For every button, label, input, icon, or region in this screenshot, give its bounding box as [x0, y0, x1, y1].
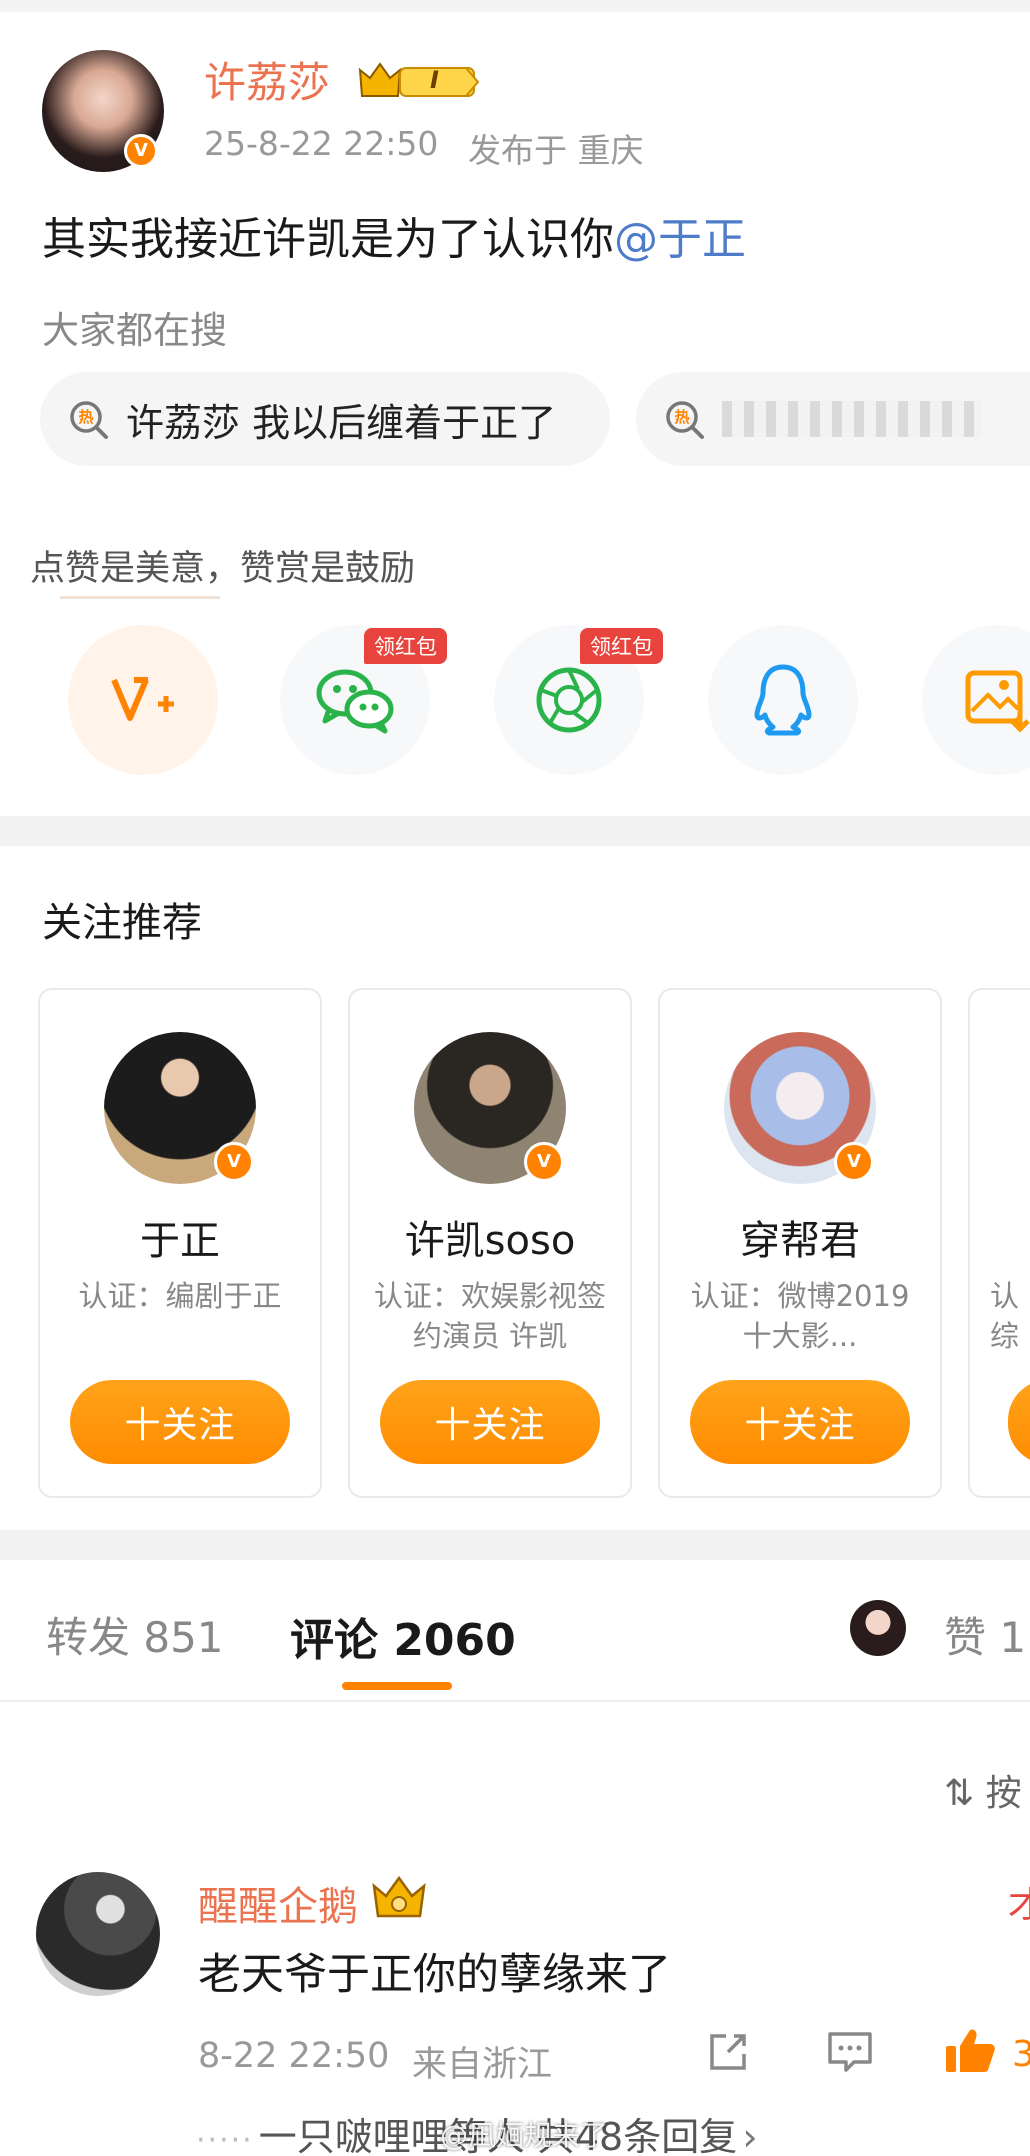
card-name: 许凯soso	[404, 1218, 576, 1264]
hot-search-item[interactable]: 热	[636, 372, 1030, 466]
sort-icon: ⇅	[944, 1773, 975, 1814]
follow-button[interactable]: 十关注	[380, 1380, 600, 1464]
red-packet-tag: 领红包	[580, 628, 663, 664]
verified-icon: V	[214, 1142, 254, 1182]
reply-comment-icon[interactable]	[826, 2030, 874, 2074]
liker-avatar[interactable]	[850, 1600, 906, 1656]
hot-search-icon: 热	[66, 396, 112, 442]
svg-text:热: 热	[78, 408, 93, 426]
reply-summary[interactable]: ····· 一只啵哩哩等人 共48条回复 ›	[196, 2106, 1030, 2156]
tabs-divider	[0, 1700, 1030, 1702]
section-divider	[0, 816, 1030, 846]
author-name[interactable]: 许荔莎	[204, 58, 330, 108]
follow-button-partial[interactable]	[1008, 1380, 1030, 1464]
post-text: 其实我接近许凯是为了认识你@于正	[42, 210, 746, 270]
commenter-avatar[interactable]	[36, 1872, 160, 1996]
chevron-right-icon: ›	[742, 2115, 758, 2156]
qq-icon	[754, 664, 812, 736]
hot-search-icon: 热	[662, 396, 708, 442]
post-timestamp: 25-8-22 22:50	[204, 124, 439, 163]
tab-comments[interactable]: 评论 2060	[290, 1604, 516, 1668]
sort-label: 按	[985, 1773, 1022, 1814]
reply-dots: ·····	[196, 2123, 254, 2156]
post-location: 发布于 重庆	[468, 131, 644, 170]
like-count: 3	[1012, 2034, 1030, 2075]
card-desc: 认证：编剧于正	[78, 1279, 282, 1313]
crown-level-badge: I	[358, 60, 480, 102]
share-save-image[interactable]	[922, 625, 1030, 775]
tab-active-indicator	[342, 1682, 452, 1690]
share-vplus[interactable]	[68, 625, 218, 775]
verified-icon: V	[834, 1142, 874, 1182]
verified-icon: V	[124, 134, 158, 168]
wechat-icon	[316, 669, 394, 734]
svg-text:热: 热	[674, 408, 689, 426]
section-divider	[0, 1530, 1030, 1560]
sort-control[interactable]: ⇅ 按	[944, 1764, 1022, 1816]
verified-icon: V	[524, 1142, 564, 1182]
card-desc: 认综	[990, 1279, 1020, 1353]
tab-likes[interactable]: 赞 1.	[944, 1604, 1030, 1665]
prompt-underline	[60, 596, 220, 599]
recommend-card[interactable]: V 穿帮君 认证：微博2019十大影... 十关注	[658, 988, 942, 1498]
card-desc: 认证：微博2019十大影...	[690, 1279, 910, 1353]
save-image-icon	[965, 670, 1030, 733]
level-badge-text: I	[430, 66, 439, 94]
recommend-card-partial[interactable]: 认综	[968, 988, 1030, 1498]
card-desc: 认证：欢娱影视签约演员 许凯	[373, 1279, 606, 1353]
comment-text: 老天爷于正你的孽缘来了	[198, 1950, 671, 2000]
moments-icon	[536, 667, 602, 733]
hot-search-text-obscured	[722, 401, 982, 437]
follow-button[interactable]: 十关注	[70, 1380, 290, 1464]
share-comment-icon[interactable]	[706, 2030, 750, 2074]
commenter-crown-icon	[370, 1872, 428, 1922]
post-body: 其实我接近许凯是为了认识你	[42, 214, 614, 265]
recommend-title: 关注推荐	[42, 900, 202, 946]
recommend-card[interactable]: V 许凯soso 认证：欢娱影视签约演员 许凯 十关注	[348, 988, 632, 1498]
card-name: 穿帮君	[740, 1218, 860, 1264]
share-qq[interactable]	[708, 625, 858, 775]
hot-search-item[interactable]: 热 许荔莎 我以后缠着于正了	[40, 372, 610, 466]
comment-right-cut: 才	[1008, 1885, 1030, 1926]
card-name: 于正	[140, 1218, 220, 1264]
share-prompt: 点赞是美意，赞赏是鼓励	[30, 549, 416, 589]
red-packet-tag: 领红包	[364, 628, 447, 664]
recommend-card[interactable]: V 于正 认证：编剧于正 十关注	[38, 988, 322, 1498]
mention-link[interactable]: @于正	[614, 214, 746, 265]
tab-repost[interactable]: 转发 851	[46, 1604, 224, 1665]
v-plus-icon	[111, 677, 174, 721]
comment-location: 来自浙江	[412, 2045, 553, 2085]
top-divider	[0, 0, 1030, 12]
comment-timestamp: 8-22 22:50	[198, 2036, 390, 2076]
hot-search-text: 许荔莎 我以后缠着于正了	[126, 400, 557, 445]
follow-button[interactable]: 十关注	[690, 1380, 910, 1464]
watermark: @凪婳规来了	[440, 2119, 609, 2152]
commenter-name[interactable]: 醒醒企鹅	[198, 1874, 358, 1932]
like-icon[interactable]	[944, 2026, 996, 2076]
hot-search-label: 大家都在搜	[42, 309, 227, 352]
